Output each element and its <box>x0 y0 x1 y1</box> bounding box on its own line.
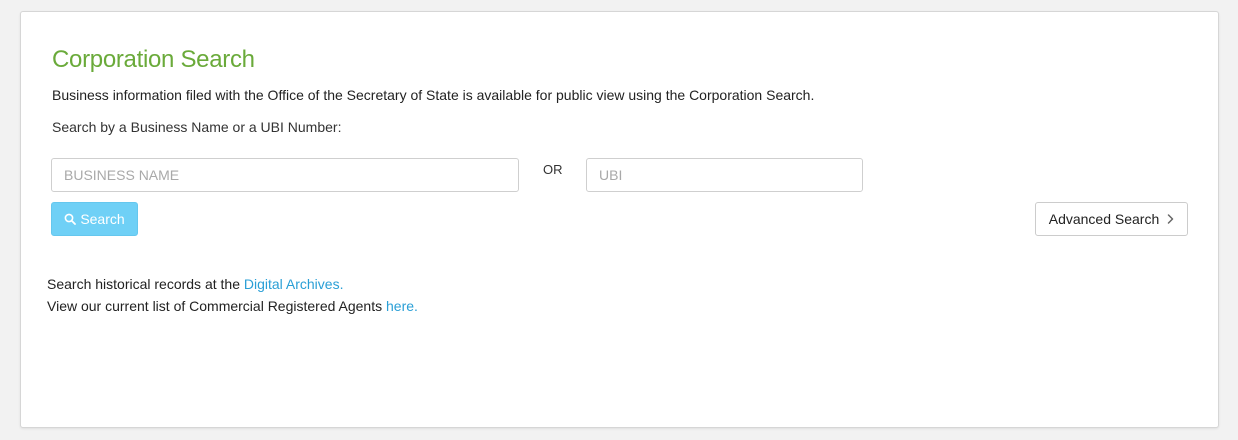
intro-text: Business information filed with the Offi… <box>52 87 815 103</box>
agents-line: View our current list of Commercial Regi… <box>47 298 418 314</box>
business-name-input[interactable] <box>51 158 519 192</box>
registered-agents-link[interactable]: here. <box>386 298 418 314</box>
agents-text: View our current list of Commercial Regi… <box>47 298 386 314</box>
advanced-search-button[interactable]: Advanced Search <box>1035 202 1188 236</box>
search-icon <box>64 213 77 225</box>
advanced-search-label: Advanced Search <box>1048 211 1160 227</box>
search-button-label: Search <box>80 211 125 227</box>
corporation-search-panel: Corporation Search Business information … <box>20 11 1219 428</box>
archives-line: Search historical records at the Digital… <box>47 276 343 292</box>
digital-archives-link[interactable]: Digital Archives. <box>244 276 344 292</box>
search-prompt: Search by a Business Name or a UBI Numbe… <box>52 119 342 135</box>
archives-text: Search historical records at the <box>47 276 244 292</box>
search-button[interactable]: Search <box>51 202 138 236</box>
or-label: OR <box>543 162 563 177</box>
page-title: Corporation Search <box>52 46 255 73</box>
ubi-input[interactable] <box>586 158 863 192</box>
chevron-right-icon <box>1167 211 1174 227</box>
